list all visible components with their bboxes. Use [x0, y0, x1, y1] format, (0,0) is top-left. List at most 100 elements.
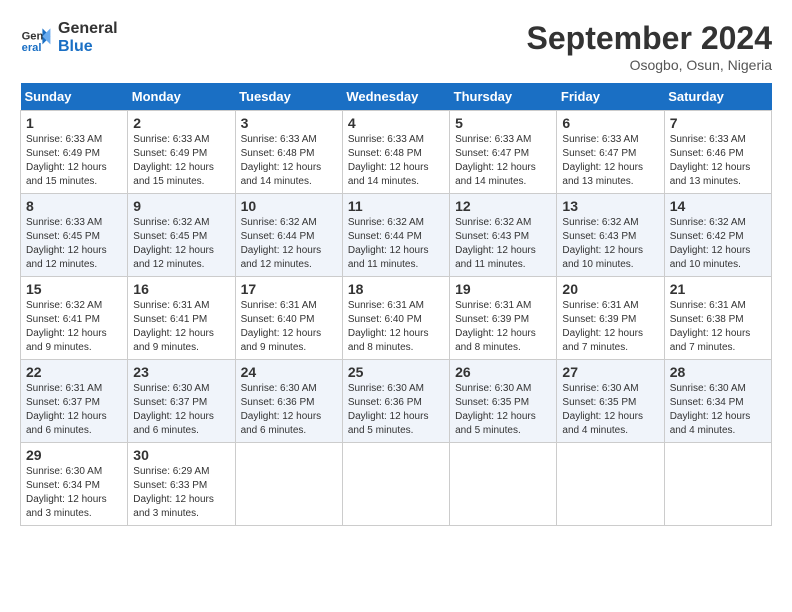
calendar-cell [557, 443, 664, 526]
day-number: 5 [455, 115, 551, 131]
day-info: Sunrise: 6:30 AM Sunset: 6:36 PM Dayligh… [348, 382, 444, 438]
day-info: Sunrise: 6:31 AM Sunset: 6:39 PM Dayligh… [455, 299, 551, 355]
calendar-cell: 26 Sunrise: 6:30 AM Sunset: 6:35 PM Dayli… [450, 360, 557, 443]
calendar-week-2: 8 Sunrise: 6:33 AM Sunset: 6:45 PM Daylig… [21, 194, 772, 277]
day-number: 23 [133, 364, 229, 380]
day-info: Sunrise: 6:30 AM Sunset: 6:35 PM Dayligh… [455, 382, 551, 438]
logo-icon: Gen eral [20, 22, 52, 54]
day-number: 20 [562, 281, 658, 297]
day-info: Sunrise: 6:30 AM Sunset: 6:37 PM Dayligh… [133, 382, 229, 438]
page-header: Gen eral GeneralBlue September 2024 Osog… [20, 20, 772, 73]
header-friday: Friday [557, 83, 664, 111]
location: Osogbo, Osun, Nigeria [527, 57, 772, 73]
calendar-week-4: 22 Sunrise: 6:31 AM Sunset: 6:37 PM Dayli… [21, 360, 772, 443]
calendar-table: SundayMondayTuesdayWednesdayThursdayFrid… [20, 83, 772, 526]
calendar-cell: 6Sunrise: 6:33 AM Sunset: 6:47 PM Daylig… [557, 111, 664, 194]
day-info: Sunrise: 6:31 AM Sunset: 6:41 PM Dayligh… [133, 299, 229, 355]
calendar-week-1: 1Sunrise: 6:33 AM Sunset: 6:49 PM Daylig… [21, 111, 772, 194]
day-number: 16 [133, 281, 229, 297]
day-number: 12 [455, 198, 551, 214]
calendar-cell: 1Sunrise: 6:33 AM Sunset: 6:49 PM Daylig… [21, 111, 128, 194]
day-number: 19 [455, 281, 551, 297]
day-number: 17 [241, 281, 337, 297]
logo-text: GeneralBlue [58, 20, 118, 56]
day-info: Sunrise: 6:33 AM Sunset: 6:48 PM Dayligh… [241, 133, 337, 189]
day-number: 9 [133, 198, 229, 214]
day-number: 8 [26, 198, 122, 214]
day-info: Sunrise: 6:32 AM Sunset: 6:43 PM Dayligh… [562, 216, 658, 272]
calendar-cell: 11 Sunrise: 6:32 AM Sunset: 6:44 PM Dayli… [342, 194, 449, 277]
calendar-cell: 9 Sunrise: 6:32 AM Sunset: 6:45 PM Daylig… [128, 194, 235, 277]
day-number: 10 [241, 198, 337, 214]
day-info: Sunrise: 6:32 AM Sunset: 6:41 PM Dayligh… [26, 299, 122, 355]
day-number: 11 [348, 198, 444, 214]
day-info: Sunrise: 6:30 AM Sunset: 6:35 PM Dayligh… [562, 382, 658, 438]
day-number: 21 [670, 281, 766, 297]
day-info: Sunrise: 6:32 AM Sunset: 6:43 PM Dayligh… [455, 216, 551, 272]
calendar-cell: 10 Sunrise: 6:32 AM Sunset: 6:44 PM Dayli… [235, 194, 342, 277]
day-number: 4 [348, 115, 444, 131]
header-tuesday: Tuesday [235, 83, 342, 111]
calendar-cell [664, 443, 771, 526]
calendar-cell: 2Sunrise: 6:33 AM Sunset: 6:49 PM Daylig… [128, 111, 235, 194]
header-wednesday: Wednesday [342, 83, 449, 111]
svg-text:eral: eral [22, 42, 42, 54]
day-number: 14 [670, 198, 766, 214]
day-info: Sunrise: 6:31 AM Sunset: 6:40 PM Dayligh… [348, 299, 444, 355]
calendar-cell: 19 Sunrise: 6:31 AM Sunset: 6:39 PM Dayli… [450, 277, 557, 360]
day-info: Sunrise: 6:31 AM Sunset: 6:38 PM Dayligh… [670, 299, 766, 355]
header-monday: Monday [128, 83, 235, 111]
calendar-cell: 23 Sunrise: 6:30 AM Sunset: 6:37 PM Dayli… [128, 360, 235, 443]
day-info: Sunrise: 6:32 AM Sunset: 6:45 PM Dayligh… [133, 216, 229, 272]
day-info: Sunrise: 6:32 AM Sunset: 6:44 PM Dayligh… [241, 216, 337, 272]
header-sunday: Sunday [21, 83, 128, 111]
day-info: Sunrise: 6:31 AM Sunset: 6:37 PM Dayligh… [26, 382, 122, 438]
day-info: Sunrise: 6:32 AM Sunset: 6:44 PM Dayligh… [348, 216, 444, 272]
calendar-cell: 20 Sunrise: 6:31 AM Sunset: 6:39 PM Dayli… [557, 277, 664, 360]
day-info: Sunrise: 6:30 AM Sunset: 6:34 PM Dayligh… [670, 382, 766, 438]
day-info: Sunrise: 6:33 AM Sunset: 6:46 PM Dayligh… [670, 133, 766, 189]
calendar-cell: 29 Sunrise: 6:30 AM Sunset: 6:34 PM Dayli… [21, 443, 128, 526]
day-info: Sunrise: 6:31 AM Sunset: 6:39 PM Dayligh… [562, 299, 658, 355]
header-saturday: Saturday [664, 83, 771, 111]
day-number: 24 [241, 364, 337, 380]
svg-text:Gen: Gen [22, 31, 44, 43]
calendar-cell: 27 Sunrise: 6:30 AM Sunset: 6:35 PM Dayli… [557, 360, 664, 443]
calendar-cell: 14 Sunrise: 6:32 AM Sunset: 6:42 PM Dayli… [664, 194, 771, 277]
month-title: September 2024 [527, 20, 772, 57]
day-info: Sunrise: 6:30 AM Sunset: 6:36 PM Dayligh… [241, 382, 337, 438]
calendar-cell: 30Sunrise: 6:29 AM Sunset: 6:33 PM Dayli… [128, 443, 235, 526]
day-number: 29 [26, 447, 122, 463]
calendar-cell: 15 Sunrise: 6:32 AM Sunset: 6:41 PM Dayli… [21, 277, 128, 360]
day-number: 27 [562, 364, 658, 380]
calendar-cell: 16 Sunrise: 6:31 AM Sunset: 6:41 PM Dayli… [128, 277, 235, 360]
day-info: Sunrise: 6:32 AM Sunset: 6:42 PM Dayligh… [670, 216, 766, 272]
day-number: 2 [133, 115, 229, 131]
day-number: 22 [26, 364, 122, 380]
day-info: Sunrise: 6:31 AM Sunset: 6:40 PM Dayligh… [241, 299, 337, 355]
day-info: Sunrise: 6:30 AM Sunset: 6:34 PM Dayligh… [26, 465, 122, 521]
day-info: Sunrise: 6:33 AM Sunset: 6:47 PM Dayligh… [455, 133, 551, 189]
calendar-cell: 7 Sunrise: 6:33 AM Sunset: 6:46 PM Daylig… [664, 111, 771, 194]
day-number: 1 [26, 115, 122, 131]
calendar-week-5: 29 Sunrise: 6:30 AM Sunset: 6:34 PM Dayli… [21, 443, 772, 526]
calendar-cell: 17 Sunrise: 6:31 AM Sunset: 6:40 PM Dayli… [235, 277, 342, 360]
calendar-cell: 28Sunrise: 6:30 AM Sunset: 6:34 PM Dayli… [664, 360, 771, 443]
day-number: 7 [670, 115, 766, 131]
day-number: 6 [562, 115, 658, 131]
calendar-cell: 18Sunrise: 6:31 AM Sunset: 6:40 PM Dayli… [342, 277, 449, 360]
day-number: 15 [26, 281, 122, 297]
calendar-cell [235, 443, 342, 526]
day-number: 26 [455, 364, 551, 380]
logo: Gen eral GeneralBlue [20, 20, 118, 56]
calendar-cell [450, 443, 557, 526]
calendar-cell: 22 Sunrise: 6:31 AM Sunset: 6:37 PM Dayli… [21, 360, 128, 443]
day-number: 13 [562, 198, 658, 214]
day-number: 25 [348, 364, 444, 380]
day-info: Sunrise: 6:33 AM Sunset: 6:45 PM Dayligh… [26, 216, 122, 272]
calendar-cell: 13 Sunrise: 6:32 AM Sunset: 6:43 PM Dayli… [557, 194, 664, 277]
calendar-header-row: SundayMondayTuesdayWednesdayThursdayFrid… [21, 83, 772, 111]
calendar-cell: 21 Sunrise: 6:31 AM Sunset: 6:38 PM Dayli… [664, 277, 771, 360]
day-info: Sunrise: 6:33 AM Sunset: 6:48 PM Dayligh… [348, 133, 444, 189]
calendar-cell: 3Sunrise: 6:33 AM Sunset: 6:48 PM Daylig… [235, 111, 342, 194]
